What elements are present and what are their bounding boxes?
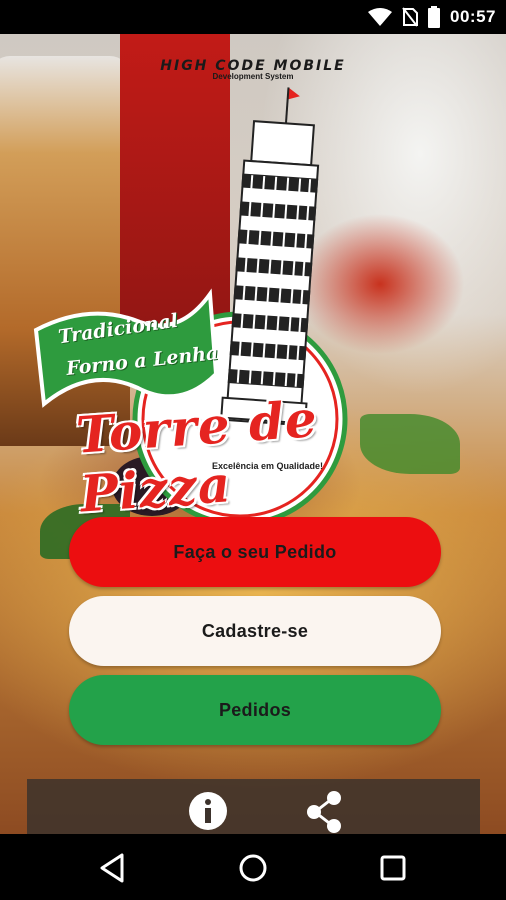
status-bar: 00:57 <box>0 0 506 34</box>
orders-button[interactable]: Pedidos <box>69 675 441 745</box>
restaurant-logo: Tradicional Forno a Lenha Torre de Pizza… <box>30 54 470 527</box>
restaurant-slogan: Excelência em Qualidade! <box>212 461 324 471</box>
navigation-bar <box>0 834 506 900</box>
bottom-action-bar <box>27 779 480 834</box>
recents-icon[interactable] <box>376 851 410 885</box>
info-icon[interactable] <box>188 791 228 831</box>
main-menu: Faça o seu Pedido Cadastre-se Pedidos <box>69 517 441 754</box>
wifi-icon <box>368 8 393 26</box>
status-time: 00:57 <box>450 7 496 26</box>
home-icon[interactable] <box>236 851 270 885</box>
no-sim-icon <box>402 7 419 27</box>
app-screen: HIGH CODE MOBILE Development System Trad… <box>0 34 506 834</box>
battery-icon <box>428 6 441 28</box>
share-icon[interactable] <box>303 790 347 834</box>
back-icon[interactable] <box>96 851 130 885</box>
register-button[interactable]: Cadastre-se <box>69 596 441 666</box>
order-button[interactable]: Faça o seu Pedido <box>69 517 441 587</box>
